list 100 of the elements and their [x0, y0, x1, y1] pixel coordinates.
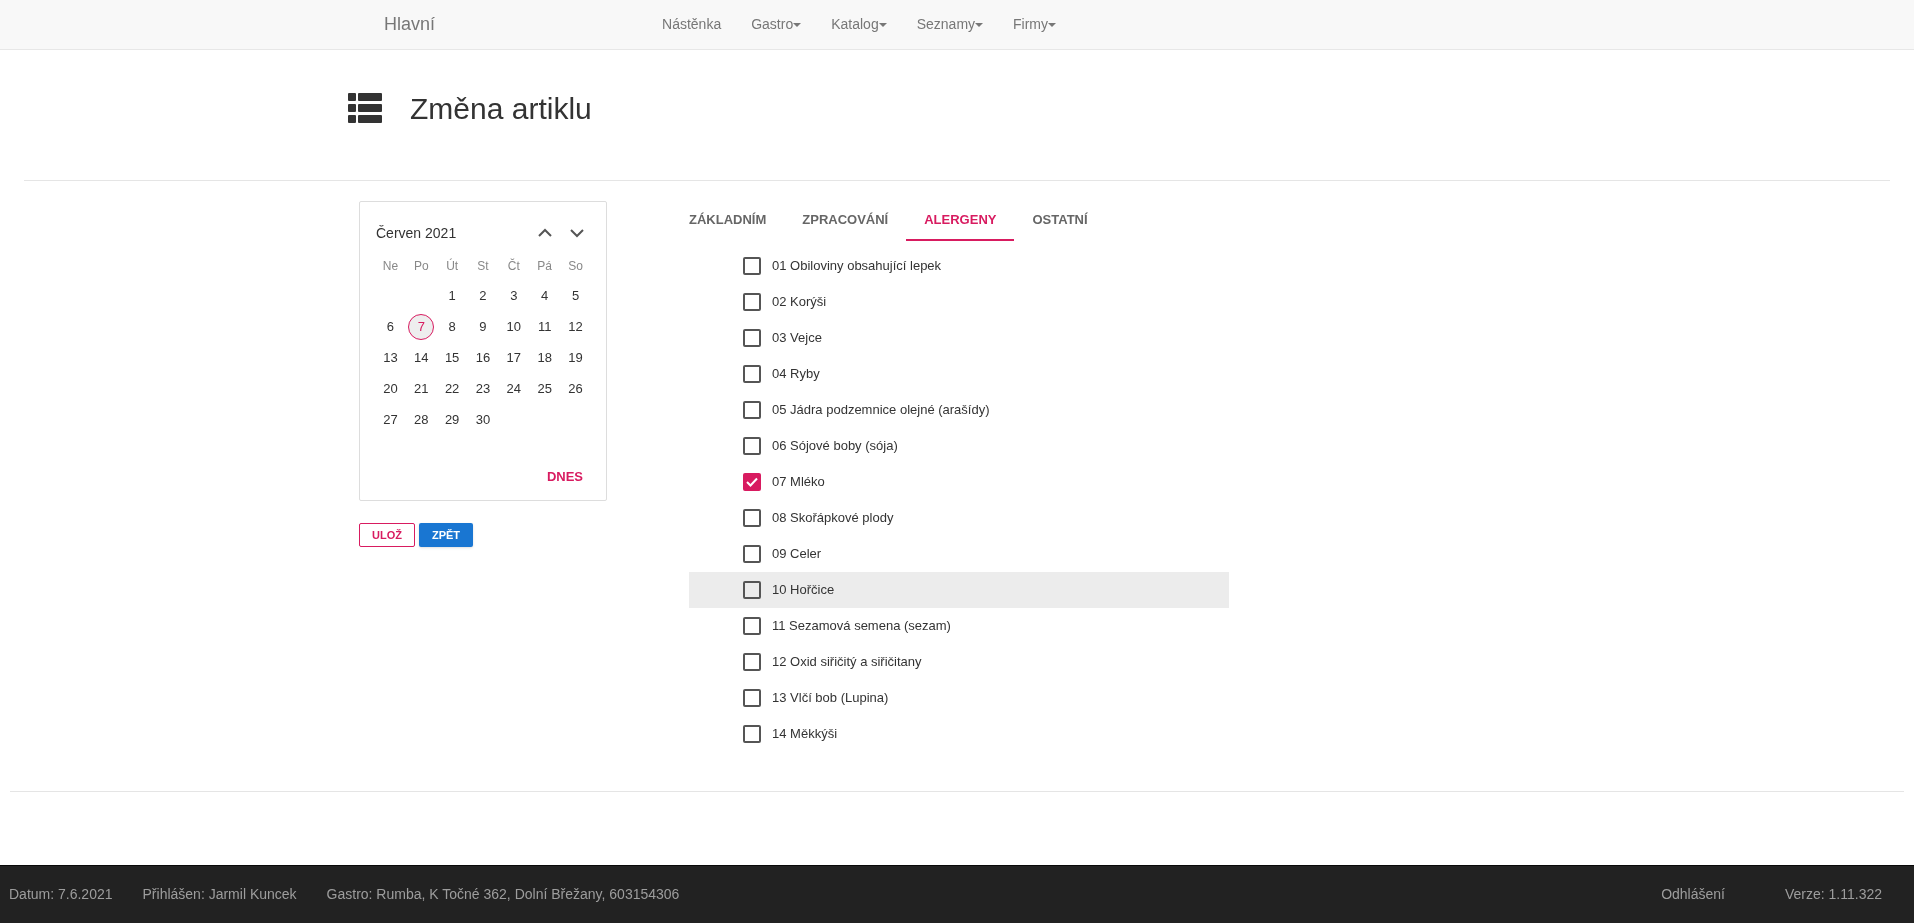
back-button[interactable]: ZPĚT: [418, 523, 474, 547]
allergen-row[interactable]: 01 Obiloviny obsahující lepek: [689, 248, 1229, 284]
checkbox[interactable]: [743, 725, 761, 743]
chevron-down-icon[interactable]: [569, 228, 585, 238]
calendar-day[interactable]: 5: [562, 282, 589, 309]
checkbox-label: 03 Vejce: [772, 329, 822, 348]
calendar-day[interactable]: 2: [470, 282, 496, 309]
calendar-day[interactable]: 7: [408, 313, 435, 340]
weekday-label: Pá: [536, 258, 554, 275]
chevron-up-icon[interactable]: [537, 228, 553, 238]
calendar-day[interactable]: 20: [377, 375, 404, 402]
checkbox-label: 11 Sezamová semena (sezam): [772, 617, 951, 636]
nav-link[interactable]: Nástěnka: [662, 14, 722, 35]
checkbox[interactable]: [743, 689, 761, 707]
save-button[interactable]: ULOŽ: [359, 523, 415, 547]
checkbox-label: 04 Ryby: [772, 365, 820, 384]
weekday-label: St: [476, 258, 490, 275]
calendar-day[interactable]: 29: [439, 406, 466, 433]
weekday-label: Út: [445, 257, 460, 275]
checkbox-label: 10 Hořčice: [772, 581, 835, 600]
calendar-day[interactable]: 14: [408, 344, 435, 371]
caret-icon: [793, 22, 802, 27]
checkbox[interactable]: [743, 257, 761, 275]
checkbox-label: 13 Vlčí bob (Lupina): [772, 689, 889, 708]
today-button[interactable]: DNES: [546, 466, 583, 486]
check-icon: [746, 477, 758, 487]
checkbox[interactable]: [743, 473, 761, 491]
calendar-day[interactable]: 23: [470, 375, 496, 402]
allergen-row[interactable]: 08 Skořápkové plody: [689, 500, 1229, 536]
allergen-row[interactable]: 05 Jádra podzemnice olejné (arašídy): [689, 392, 1229, 428]
calendar-day[interactable]: 15: [439, 344, 466, 371]
calendar-day[interactable]: 21: [408, 375, 435, 402]
status-text: Gastro: Rumba, K Točné 362, Dolní Břežany, 603154306: [326, 885, 680, 904]
calendar-day[interactable]: 10: [500, 313, 527, 340]
nav-link[interactable]: Firmy: [1013, 14, 1057, 35]
calendar-day[interactable]: 16: [470, 344, 496, 371]
brand-link[interactable]: Hlavní: [384, 11, 436, 38]
calendar-day[interactable]: 19: [562, 344, 589, 371]
nav-link[interactable]: Gastro: [751, 14, 802, 35]
checkbox[interactable]: [743, 581, 761, 599]
checkbox-label: 01 Obiloviny obsahující lepek: [772, 257, 942, 276]
calendar-day[interactable]: 6: [377, 313, 404, 340]
calendar-day[interactable]: 25: [531, 375, 558, 402]
allergen-row[interactable]: 11 Sezamová semena (sezam): [689, 608, 1229, 644]
tab[interactable]: ZÁKLADNÍM: [671, 201, 785, 241]
caret-icon: [878, 22, 887, 27]
calendar-day[interactable]: 17: [500, 344, 527, 371]
list-icon: [348, 93, 382, 123]
checkbox-label: 02 Korýši: [772, 293, 827, 312]
checkbox-label: 07 Mléko: [772, 473, 825, 492]
allergen-row[interactable]: 09 Celer: [689, 536, 1229, 572]
allergen-row[interactable]: 02 Korýši: [689, 284, 1229, 320]
calendar-day[interactable]: 22: [439, 375, 466, 402]
checkbox[interactable]: [743, 617, 761, 635]
logout-link[interactable]: Odhlášení: [1661, 884, 1725, 905]
checkbox[interactable]: [743, 437, 761, 455]
checkbox-label: 05 Jádra podzemnice olejné (arašídy): [772, 401, 990, 420]
allergen-row[interactable]: 12 Oxid siřičitý a siřičitany: [689, 644, 1229, 680]
allergen-row[interactable]: 03 Vejce: [689, 320, 1229, 356]
calendar-day[interactable]: 1: [439, 282, 466, 309]
checkbox[interactable]: [743, 401, 761, 419]
tab[interactable]: ZPRACOVÁNÍ: [784, 201, 907, 241]
checkbox[interactable]: [743, 509, 761, 527]
checkbox[interactable]: [743, 329, 761, 347]
allergen-row[interactable]: 07 Mléko: [689, 464, 1229, 500]
calendar-day[interactable]: 13: [377, 344, 404, 371]
calendar-day[interactable]: 11: [531, 313, 558, 340]
calendar-day[interactable]: 28: [408, 406, 435, 433]
caret-icon: [1048, 22, 1057, 27]
calendar-day[interactable]: 8: [439, 313, 466, 340]
checkbox-label: 06 Sójové boby (sója): [772, 437, 898, 456]
calendar-day[interactable]: 4: [531, 282, 558, 309]
allergen-row[interactable]: 06 Sójové boby (sója): [689, 428, 1229, 464]
tab[interactable]: OSTATNÍ: [1014, 201, 1106, 241]
weekday-label: Čt: [506, 257, 521, 275]
checkbox[interactable]: [743, 653, 761, 671]
calendar-day[interactable]: 9: [470, 313, 496, 340]
page-title: Změna artiklu: [410, 90, 592, 127]
calendar-day[interactable]: 30: [470, 406, 496, 433]
nav-link[interactable]: Seznamy: [916, 14, 984, 35]
calendar-day[interactable]: 27: [377, 406, 404, 433]
calendar-day[interactable]: 24: [500, 375, 527, 402]
allergen-row[interactable]: 10 Hořčice: [689, 572, 1229, 608]
calendar-day[interactable]: 26: [562, 375, 589, 402]
checkbox[interactable]: [743, 365, 761, 383]
allergen-row[interactable]: 04 Ryby: [689, 356, 1229, 392]
weekday-label: Po: [412, 258, 430, 275]
version-text: Verze: 1.11.322: [1784, 885, 1882, 904]
calendar-day[interactable]: 18: [531, 344, 558, 371]
checkbox[interactable]: [743, 545, 761, 563]
calendar-day[interactable]: 12: [562, 313, 589, 340]
calendar-day[interactable]: 3: [500, 282, 527, 309]
allergen-row[interactable]: 14 Měkkýši: [689, 716, 1229, 752]
allergen-row[interactable]: 13 Vlčí bob (Lupina): [689, 680, 1229, 716]
tab[interactable]: ALERGENY: [906, 201, 1015, 241]
checkbox[interactable]: [743, 293, 761, 311]
weekday-label: Ne: [381, 258, 400, 275]
nav-link[interactable]: Katalog: [831, 14, 887, 35]
status-text: Datum: 7.6.2021: [9, 885, 113, 904]
calendar-month: Červen 2021: [376, 223, 457, 243]
